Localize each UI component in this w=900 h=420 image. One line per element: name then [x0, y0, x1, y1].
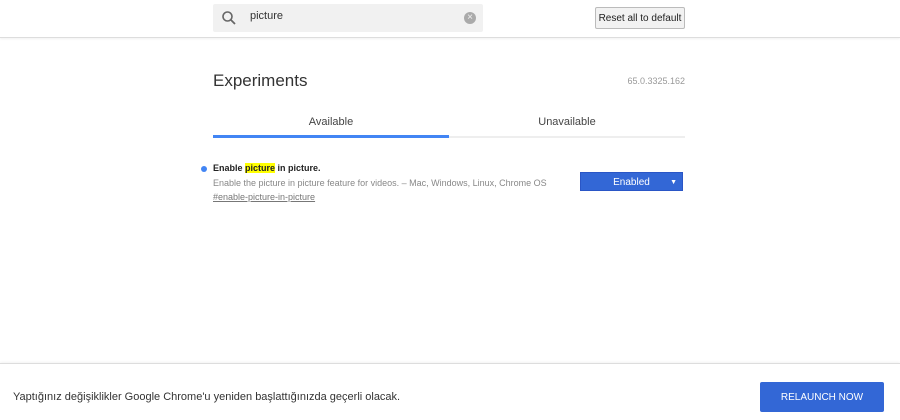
tab-bar: Available Unavailable: [213, 105, 685, 138]
name-prefix: Enable: [213, 163, 246, 173]
modified-indicator-icon: [201, 166, 207, 172]
selected-value: Enabled: [613, 177, 650, 188]
tab-available[interactable]: Available: [213, 105, 449, 138]
tab-unavailable[interactable]: Unavailable: [449, 105, 685, 136]
relaunch-message: Yaptığınız değişiklikler Google Chrome'u…: [13, 391, 401, 403]
experiment-description: Enable the picture in picture feature fo…: [213, 178, 547, 188]
version-label: 65.0.3325.162: [627, 76, 685, 86]
clear-search-icon[interactable]: ×: [464, 12, 476, 24]
dropdown-arrow-icon: ▼: [670, 179, 677, 186]
name-suffix: in picture.: [275, 163, 321, 173]
search-highlight: picture: [245, 163, 276, 173]
relaunch-footer: Yaptığınız değişiklikler Google Chrome'u…: [0, 363, 900, 420]
header: × Reset all to default: [0, 0, 900, 38]
relaunch-button[interactable]: RELAUNCH NOW: [760, 382, 884, 412]
search-icon: [222, 11, 236, 25]
search-box: ×: [213, 4, 483, 32]
experiment-state-select[interactable]: Enabled ▼: [580, 172, 683, 191]
page-title: Experiments: [213, 71, 308, 90]
reset-all-button[interactable]: Reset all to default: [595, 7, 685, 29]
search-input[interactable]: [250, 10, 450, 22]
experiment-name: Enable picture in picture.: [213, 163, 321, 173]
experiment-permalink[interactable]: #enable-picture-in-picture: [213, 192, 315, 202]
